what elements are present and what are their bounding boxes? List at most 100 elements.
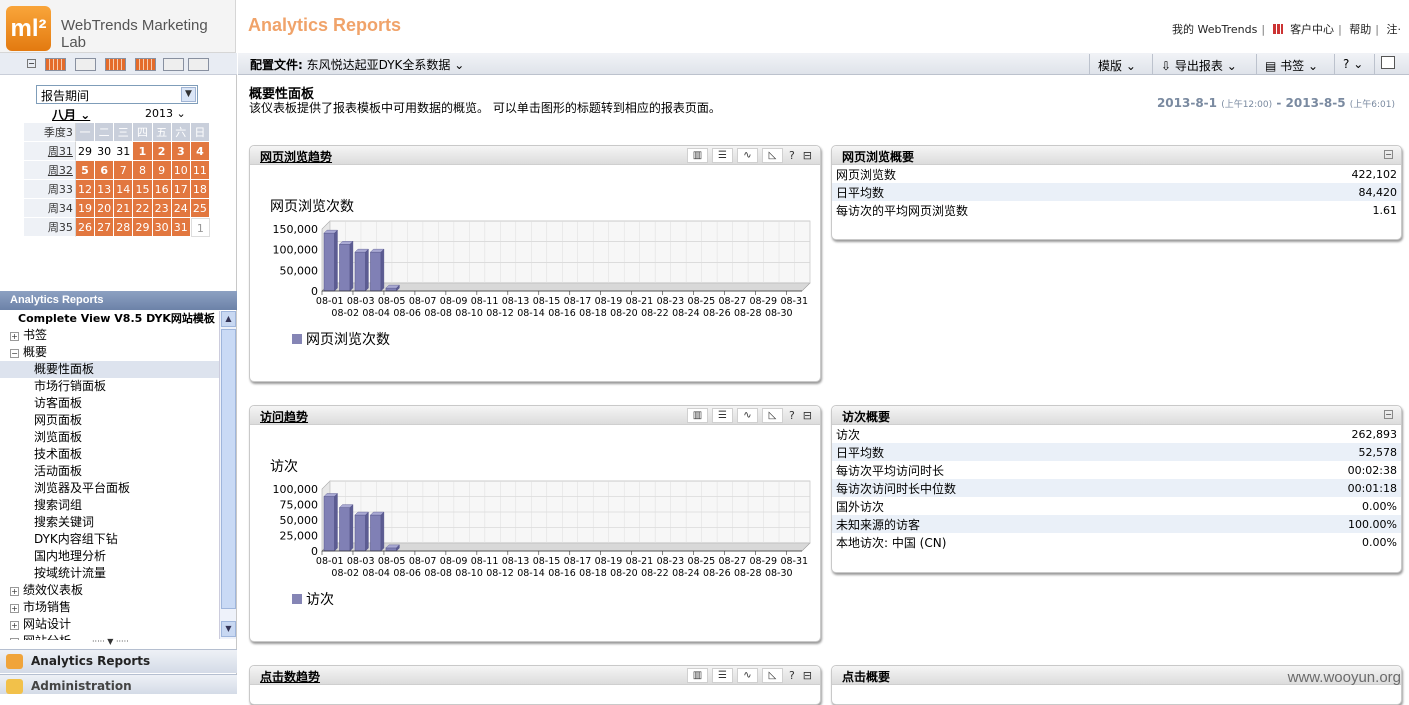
week-label[interactable]: 周35 — [24, 218, 76, 237]
calendar-day[interactable]: 22 — [133, 199, 153, 218]
calendar-day[interactable]: 21 — [114, 199, 134, 218]
calendar-day[interactable]: 16 — [152, 180, 172, 199]
calendar-day[interactable]: 13 — [95, 180, 115, 199]
help-icon[interactable]: ? — [787, 408, 797, 423]
calendar-day[interactable]: 20 — [95, 199, 115, 218]
nav-item[interactable]: 概要性面板 — [0, 361, 219, 378]
calendar-day[interactable]: 11 — [190, 161, 210, 180]
nav-item[interactable]: + 市场销售 — [0, 599, 219, 616]
logout-link[interactable]: 注· — [1387, 23, 1402, 36]
collapse-icon[interactable]: − — [10, 349, 19, 358]
nav-item[interactable]: 浏览器及平台面板 — [0, 480, 219, 497]
expand-icon[interactable]: + — [10, 638, 19, 640]
minimize-icon[interactable]: ⊟ — [801, 148, 814, 163]
nav-scrollbar[interactable]: ▲ ▼ — [219, 311, 236, 639]
customer-center-link[interactable]: 客户中心 — [1290, 23, 1334, 36]
calendar-day[interactable]: 26 — [75, 218, 96, 237]
calendar-day[interactable]: 17 — [171, 180, 191, 199]
hbar-chart-icon[interactable]: ☰ — [711, 148, 733, 163]
bar-chart-icon[interactable]: ▥ — [686, 668, 708, 683]
area-chart-icon[interactable]: ◺ — [761, 668, 783, 683]
calendar-day[interactable]: 18 — [190, 180, 210, 199]
nav-item[interactable]: 网页面板 — [0, 412, 219, 429]
area-chart-icon[interactable]: ◺ — [761, 148, 783, 163]
remove-period-icon[interactable] — [163, 58, 184, 71]
week-label[interactable]: 周32 — [24, 161, 76, 180]
calendar-day[interactable]: 5 — [75, 161, 96, 180]
help-icon[interactable]: ? — [787, 148, 797, 163]
calendar-day[interactable]: 12 — [75, 180, 96, 199]
splitter-handle[interactable]: ····· ▼ ····· — [92, 637, 129, 646]
calendar-day[interactable]: 30 — [152, 218, 172, 237]
month-view-icon[interactable] — [105, 58, 126, 71]
calendar-day[interactable]: 24 — [171, 199, 191, 218]
calendar-day[interactable]: 29 — [133, 218, 153, 237]
calendar-day[interactable]: 8 — [133, 161, 153, 180]
calendar-day[interactable]: 14 — [114, 180, 134, 199]
calendar-day[interactable]: 7 — [114, 161, 134, 180]
clicks-trend-title[interactable]: 点击数趋势 — [260, 668, 320, 685]
day-view-icon[interactable] — [45, 58, 66, 71]
expand-icon[interactable]: + — [10, 604, 19, 613]
nav-item[interactable]: + 绩效仪表板 — [0, 582, 219, 599]
bookmark-menu[interactable]: ▤ 书签 ⌄ — [1256, 54, 1326, 74]
report-period-select[interactable]: 报告期间 ▼ — [36, 85, 198, 104]
calendar-day[interactable]: 30 — [95, 142, 115, 161]
calendar-day[interactable]: 3 — [171, 142, 191, 161]
line-chart-icon[interactable]: ∿ — [736, 148, 758, 163]
nav-item[interactable]: 市场行销面板 — [0, 378, 219, 395]
calendar-day[interactable]: 28 — [114, 218, 134, 237]
nav-item[interactable]: Complete View V8.5 DYK网站模板 — [0, 310, 219, 327]
nav-item[interactable]: 国内地理分析 — [0, 548, 219, 565]
nav-item[interactable]: 浏览面板 — [0, 429, 219, 446]
nav-item[interactable]: 按域统计流量 — [0, 565, 219, 582]
export-menu[interactable]: ⇩ 导出报表 ⌄ — [1152, 54, 1245, 74]
calendar-year[interactable]: 2013 ⌄ — [145, 107, 186, 120]
pageviews-trend-title[interactable]: 网页浏览趋势 — [260, 148, 332, 165]
nav-item[interactable]: 访客面板 — [0, 395, 219, 412]
week-label[interactable]: 周31 — [24, 142, 76, 161]
nav-administration[interactable]: Administration — [0, 674, 237, 694]
scroll-up-icon[interactable]: ▲ — [221, 311, 236, 327]
nav-item[interactable]: + 书签 — [0, 327, 219, 344]
line-chart-icon[interactable]: ∿ — [736, 408, 758, 423]
expand-icon[interactable]: + — [10, 332, 19, 341]
calendar-day[interactable]: 10 — [171, 161, 191, 180]
scroll-down-icon[interactable]: ▼ — [221, 621, 236, 637]
profile-selector[interactable]: 配置文件: 东风悦达起亚DYK全系数据 ⌄ — [250, 56, 464, 73]
calendar-day[interactable]: 9 — [152, 161, 172, 180]
expand-icon[interactable]: + — [10, 587, 19, 596]
bar-chart-icon[interactable]: ▥ — [686, 408, 708, 423]
calendar-day[interactable]: 1 — [133, 142, 153, 161]
calendar-day[interactable]: 2 — [152, 142, 172, 161]
minimize-icon[interactable]: − — [1384, 410, 1393, 419]
area-chart-icon[interactable]: ◺ — [761, 408, 783, 423]
nav-item[interactable]: DYK内容组下钻 — [0, 531, 219, 548]
help-icon[interactable]: ? — [787, 668, 797, 683]
week-label[interactable]: 周33 — [24, 180, 76, 199]
expand-icon[interactable]: + — [10, 621, 19, 630]
nav-item[interactable]: 搜索词组 — [0, 497, 219, 514]
hbar-chart-icon[interactable]: ☰ — [711, 408, 733, 423]
template-menu[interactable]: 模版 ⌄ — [1089, 54, 1144, 74]
panel-toggle-icon[interactable] — [1374, 54, 1401, 74]
calendar-day[interactable]: 29 — [75, 142, 96, 161]
calendar-day[interactable]: 27 — [95, 218, 115, 237]
calendar-day[interactable]: 25 — [190, 199, 210, 218]
hbar-chart-icon[interactable]: ☰ — [711, 668, 733, 683]
visits-trend-title[interactable]: 访问趋势 — [260, 408, 308, 425]
quarter-view-icon[interactable] — [135, 58, 156, 71]
nav-item[interactable]: 活动面板 — [0, 463, 219, 480]
collapse-icon[interactable]: − — [27, 59, 36, 68]
line-chart-icon[interactable]: ∿ — [736, 668, 758, 683]
calendar-day[interactable]: 23 — [152, 199, 172, 218]
calendar-day[interactable]: 15 — [133, 180, 153, 199]
nav-item[interactable]: + 网站设计 — [0, 616, 219, 633]
minimize-icon[interactable]: ⊟ — [801, 668, 814, 683]
nav-analytics-reports[interactable]: Analytics Reports — [0, 649, 237, 673]
add-period-icon[interactable] — [188, 58, 209, 71]
minimize-icon[interactable]: − — [1384, 150, 1393, 159]
week-label[interactable]: 周34 — [24, 199, 76, 218]
calendar-month[interactable]: 八月 ⌄ — [52, 106, 90, 123]
nav-item[interactable]: − 概要 — [0, 344, 219, 361]
